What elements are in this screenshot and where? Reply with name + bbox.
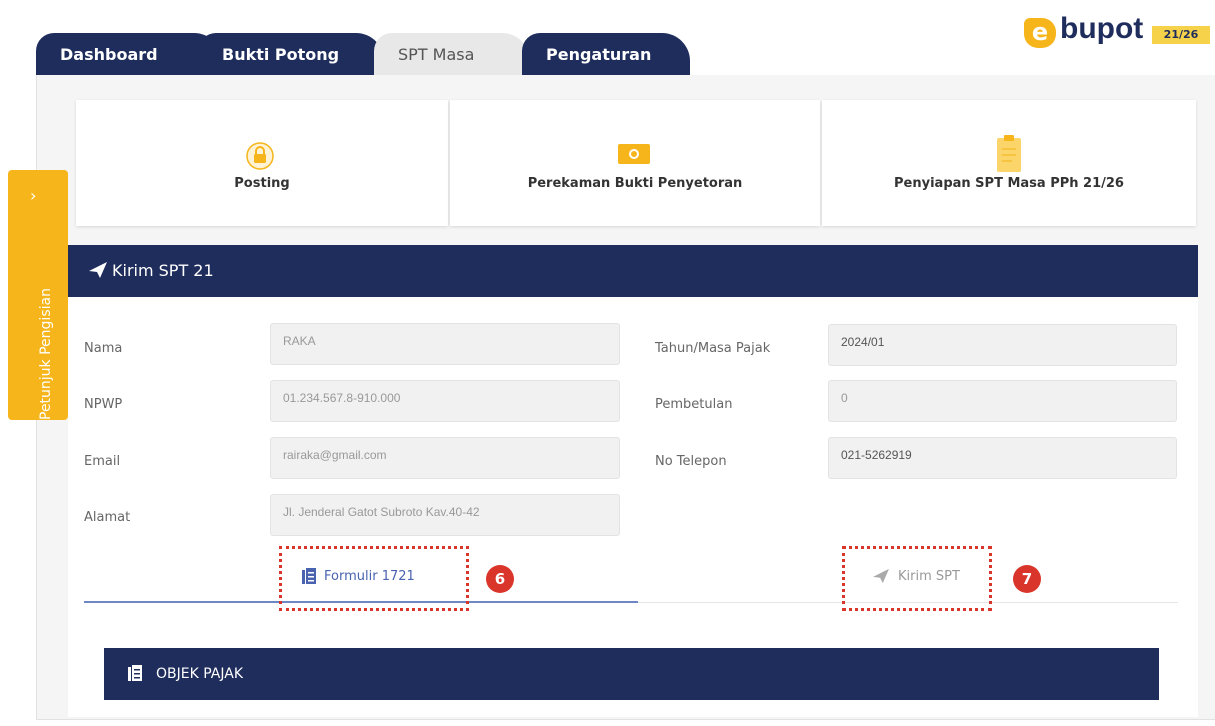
send-icon [89, 262, 107, 278]
pembetulan-field[interactable]: 0 [828, 380, 1177, 422]
logo-text: bupot [1060, 12, 1144, 45]
lock-icon [246, 142, 274, 170]
step-label: Perekaman Bukti Penyetoran [527, 176, 743, 191]
pembetulan-label: Pembetulan [655, 397, 733, 412]
tahun-label: Tahun/Masa Pajak [655, 341, 771, 356]
npwp-label: NPWP [84, 397, 123, 412]
tab-dashboard[interactable]: Dashboard [36, 33, 222, 75]
step-perekaman[interactable]: Perekaman Bukti Penyetoran [450, 100, 820, 226]
telepon-label: No Telepon [655, 454, 727, 469]
step-label: Posting [234, 176, 290, 191]
ebupot-logo: e bupot 21/26 [1024, 12, 1210, 52]
tab-spt-masa[interactable]: SPT Masa [374, 33, 530, 75]
step-posting[interactable]: Posting [76, 100, 448, 226]
alamat-field[interactable]: Jl. Jenderal Gatot Subroto Kav.40-42 [270, 494, 620, 536]
email-label: Email [84, 454, 121, 469]
clipboard-icon [997, 135, 1021, 172]
tahun-field[interactable]: 2024/01 [828, 324, 1177, 366]
telepon-field[interactable]: 021-5262919 [828, 437, 1177, 479]
document-icon [128, 665, 142, 681]
logo-e-mark: e [1024, 18, 1056, 48]
objek-pajak-header[interactable]: OBJEK PAJAK [104, 648, 1159, 700]
nama-label: Nama [84, 341, 123, 356]
alamat-label: Alamat [84, 510, 131, 525]
callout-box-7 [842, 546, 992, 611]
npwp-field[interactable]: 01.234.567.8-910.000 [270, 380, 620, 422]
camera-icon [618, 144, 650, 164]
tab-bukti-potong[interactable]: Bukti Potong [198, 33, 384, 75]
objek-pajak-title: OBJEK PAJAK [156, 666, 243, 682]
tab-pengaturan[interactable]: Pengaturan [522, 33, 690, 75]
logo-badge: 21/26 [1152, 26, 1210, 44]
chevron-right-icon[interactable]: › [30, 186, 36, 205]
step-penyiapan[interactable]: Penyiapan SPT Masa PPh 21/26 [822, 100, 1196, 226]
nama-field[interactable]: RAKA [270, 323, 620, 365]
section-title: Kirim SPT 21 [112, 261, 214, 280]
section-header: Kirim SPT 21 [68, 245, 1198, 297]
callout-badge-6: 6 [486, 565, 514, 593]
email-field[interactable]: rairaka@gmail.com [270, 437, 620, 479]
step-label: Penyiapan SPT Masa PPh 21/26 [894, 176, 1124, 191]
side-tab-label: Petunjuk Pengisian [38, 288, 54, 420]
callout-box-6 [279, 546, 469, 611]
callout-badge-7: 7 [1013, 565, 1041, 593]
